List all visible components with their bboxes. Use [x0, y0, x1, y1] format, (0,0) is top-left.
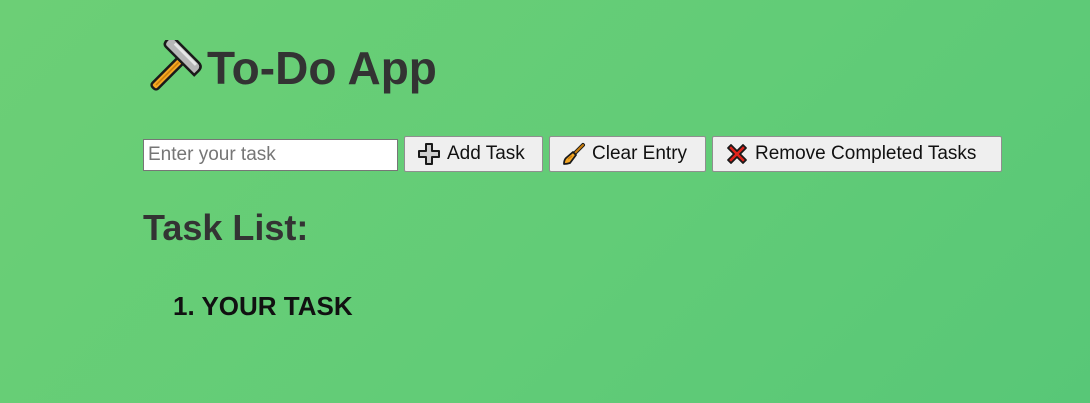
add-task-button[interactable]: Add Task — [404, 136, 543, 172]
remove-completed-label: Remove Completed Tasks — [755, 143, 977, 164]
task-toolbar: Add Task Clear Entry Remove Completed Ta… — [143, 136, 1002, 172]
task-input[interactable] — [143, 139, 398, 171]
clear-entry-label: Clear Entry — [592, 143, 688, 164]
hammer-icon — [143, 35, 203, 96]
plus-icon — [418, 143, 440, 165]
broom-icon — [563, 143, 585, 165]
title-row: To-Do App — [143, 35, 437, 96]
task-list-heading: Task List: — [143, 207, 309, 248]
task-number: 1. — [173, 291, 195, 321]
clear-entry-button[interactable]: Clear Entry — [549, 136, 706, 172]
task-list: 1. Your task — [173, 288, 353, 324]
task-text: Your task — [201, 291, 353, 321]
remove-completed-button[interactable]: Remove Completed Tasks — [712, 136, 1002, 172]
cross-mark-icon — [727, 144, 747, 164]
task-item[interactable]: 1. Your task — [173, 288, 353, 324]
page-title: To-Do App — [207, 42, 437, 94]
add-task-label: Add Task — [447, 143, 525, 164]
